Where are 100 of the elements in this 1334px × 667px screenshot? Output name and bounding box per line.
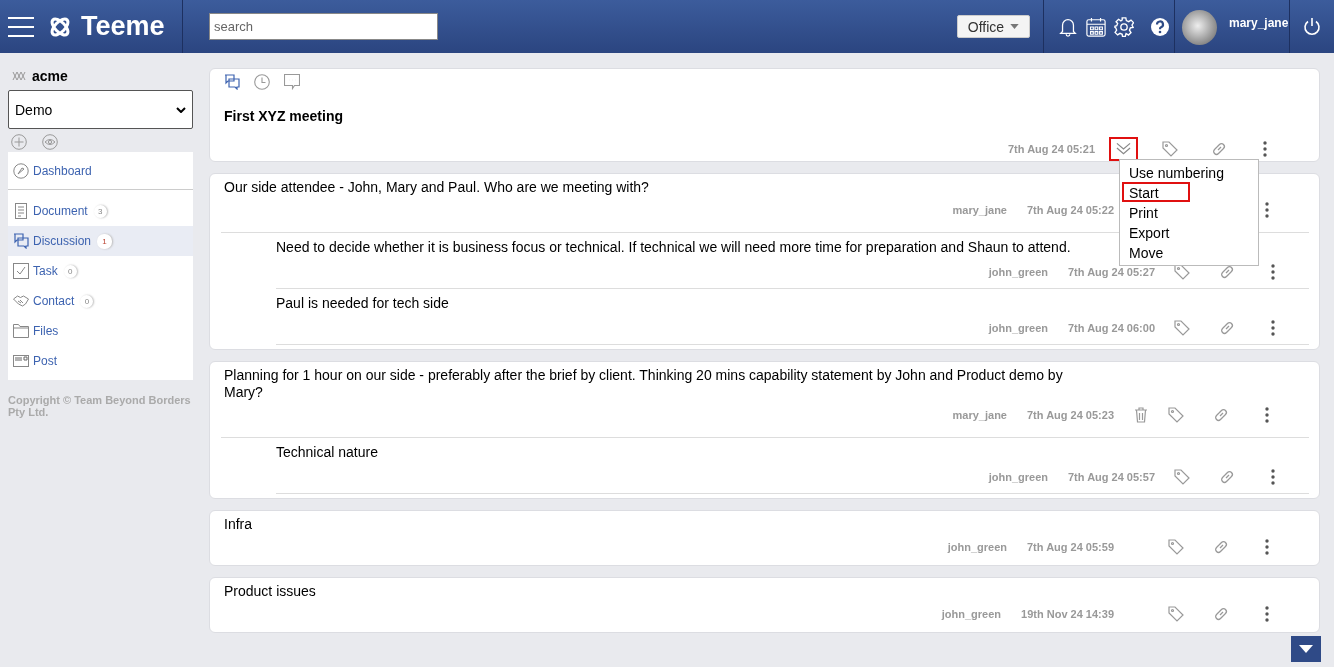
- more-icon[interactable]: [1265, 539, 1269, 555]
- compass-icon: [13, 162, 29, 179]
- item-count: 3: [93, 204, 107, 218]
- more-icon[interactable]: [1271, 320, 1275, 336]
- menu-item[interactable]: Start: [1122, 182, 1190, 202]
- author-name: john_green: [988, 322, 1048, 334]
- post-text: Product issues: [224, 583, 316, 600]
- tag-icon[interactable]: [1168, 606, 1184, 622]
- nav-label: Files: [33, 324, 59, 338]
- chevron-down-icon: [176, 106, 186, 113]
- trash-icon[interactable]: [1134, 407, 1148, 423]
- noticeboard-icon: [13, 353, 29, 369]
- nav-label: Discussion: [33, 234, 92, 248]
- link-icon[interactable]: [1219, 264, 1235, 280]
- nav-item[interactable]: Files: [8, 316, 193, 346]
- search-field[interactable]: search: [209, 13, 438, 40]
- nav-item[interactable]: Task 0: [8, 256, 193, 286]
- double-chevron-icon: [1116, 142, 1131, 156]
- caret-icon: [1010, 24, 1020, 29]
- power-icon[interactable]: [1302, 16, 1322, 37]
- nav-item[interactable]: Contact 0: [8, 286, 193, 316]
- timestamp: 7th Aug 24 05:59: [1027, 541, 1114, 553]
- author-name: john_green: [988, 471, 1048, 483]
- author-name: john_green: [988, 266, 1048, 278]
- chat-icon[interactable]: [224, 74, 240, 90]
- link-icon[interactable]: [1213, 606, 1229, 622]
- calendar-icon[interactable]: [1086, 16, 1106, 37]
- tag-icon[interactable]: [1174, 469, 1190, 485]
- checkbox-icon: [13, 263, 29, 279]
- author-name: mary_jane: [952, 204, 1007, 216]
- tag-icon[interactable]: [1168, 539, 1184, 555]
- document-icon: [13, 203, 29, 219]
- item-count: 0: [63, 264, 77, 278]
- reply-text: Technical nature: [276, 444, 378, 461]
- nav-label: Dashboard: [33, 163, 92, 178]
- nav-label: Task: [33, 264, 58, 278]
- comment-icon[interactable]: [284, 74, 300, 90]
- timestamp: 7th Aug 24 05:23: [1027, 409, 1114, 421]
- link-icon[interactable]: [1219, 320, 1235, 336]
- brand-name: Teeme: [81, 11, 165, 42]
- more-icon[interactable]: [1265, 606, 1269, 622]
- nav-item[interactable]: Discussion 1: [8, 226, 193, 256]
- menu-item[interactable]: Print: [1122, 202, 1180, 222]
- triangle-down-icon: [1299, 645, 1313, 653]
- reply-text: Paul is needed for tech side: [276, 295, 449, 312]
- author-name: john_green: [941, 608, 1002, 620]
- timestamp: 7th Aug 24 05:57: [1068, 471, 1155, 483]
- post-text: Planning for 1 hour on our side - preferably after the brief by client. Thinking 20 mins capability statement by John and Product demo by Mary?: [224, 367, 1064, 401]
- menu-item[interactable]: Move: [1122, 242, 1180, 262]
- timestamp: 7th Aug 24 05:22: [1027, 204, 1114, 216]
- bell-icon[interactable]: [1058, 16, 1078, 37]
- more-icon[interactable]: [1263, 141, 1267, 157]
- nav-item[interactable]: Dashboard: [8, 152, 193, 190]
- copyright-text: Copyright © Team Beyond Borders Pty Ltd.: [8, 394, 192, 418]
- clock-icon[interactable]: [254, 74, 270, 90]
- menu-icon[interactable]: [8, 16, 34, 37]
- timestamp: 7th Aug 24 05:27: [1068, 266, 1155, 278]
- nav-label: Document: [33, 204, 88, 218]
- handshake-icon: [13, 293, 29, 309]
- folder-icon: [13, 323, 29, 339]
- nav-item[interactable]: Document 3: [8, 196, 193, 226]
- link-icon[interactable]: [1211, 141, 1227, 157]
- more-icon[interactable]: [1265, 407, 1269, 423]
- scroll-down-button[interactable]: [1291, 636, 1321, 662]
- organization-name: acme: [32, 68, 68, 84]
- timestamp: 19th Nov 24 14:39: [1021, 608, 1114, 620]
- more-icon[interactable]: [1265, 202, 1269, 218]
- user-name[interactable]: mary_jane: [1229, 16, 1289, 30]
- item-count: 0: [80, 294, 94, 308]
- item-count: 1: [97, 233, 113, 249]
- topic-title: First XYZ meeting: [224, 108, 345, 124]
- eye-icon[interactable]: [42, 134, 58, 150]
- post-text: Infra: [224, 516, 252, 533]
- link-icon[interactable]: [1213, 407, 1229, 423]
- more-icon[interactable]: [1271, 469, 1275, 485]
- menu-item[interactable]: Use numbering: [1122, 162, 1258, 182]
- author-name: mary_jane: [952, 409, 1007, 421]
- tag-icon[interactable]: [1162, 141, 1178, 157]
- tag-icon[interactable]: [1174, 320, 1190, 336]
- timestamp: 7th Aug 24 05:21: [1008, 143, 1095, 155]
- reply-text: Need to decide whether it is business focus or technical. If technical we will need more time for preparation and Shaun to attend.: [276, 239, 1071, 256]
- timestamp: 7th Aug 24 06:00: [1068, 322, 1155, 334]
- project-select[interactable]: Demo: [8, 90, 193, 129]
- settings-icon[interactable]: [1114, 16, 1134, 37]
- workspace-dropdown[interactable]: Office: [957, 15, 1030, 38]
- chat-icon: [13, 233, 29, 249]
- more-icon[interactable]: [1271, 264, 1275, 280]
- help-icon[interactable]: [1150, 16, 1170, 37]
- tag-icon[interactable]: [1174, 264, 1190, 280]
- tag-icon[interactable]: [1168, 407, 1184, 423]
- plus-icon[interactable]: [11, 134, 27, 150]
- nav-label: Contact: [33, 294, 75, 308]
- nav-item[interactable]: Post: [8, 346, 193, 376]
- nav-label: Post: [33, 354, 57, 368]
- link-icon[interactable]: [1213, 539, 1229, 555]
- link-icon[interactable]: [1219, 469, 1235, 485]
- author-name: john_green: [947, 541, 1007, 553]
- avatar[interactable]: [1182, 10, 1217, 45]
- menu-item[interactable]: Export: [1122, 222, 1180, 242]
- post-text: Our side attendee - John, Mary and Paul. Who are we meeting with?: [224, 179, 649, 196]
